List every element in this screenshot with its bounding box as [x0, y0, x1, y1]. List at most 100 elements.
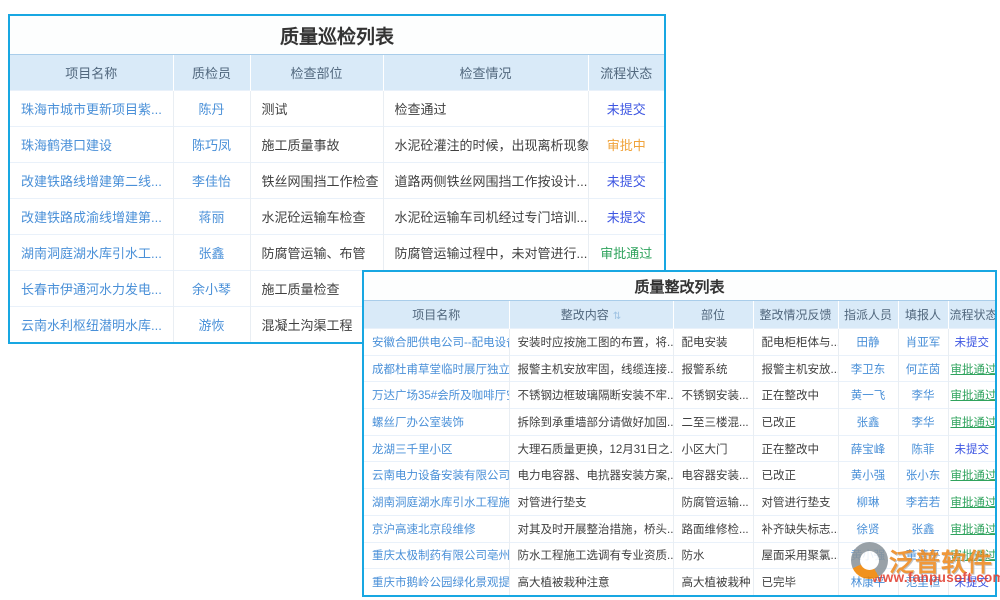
- assignee-link[interactable]: 徐贤: [838, 515, 898, 542]
- project-name-link[interactable]: 成都杜甫草堂临时展厅独立展...: [364, 355, 509, 382]
- inspection-situation: 检查通过: [383, 91, 588, 127]
- filler-link[interactable]: 李华: [898, 409, 948, 436]
- rectify-part: 配电安装: [673, 329, 753, 356]
- assignee-link[interactable]: 田静: [838, 329, 898, 356]
- assignee-link[interactable]: 薛宝峰: [838, 435, 898, 462]
- assignee-link[interactable]: 黄小强: [838, 462, 898, 489]
- project-name-link[interactable]: 云南水利枢纽潜明水库...: [10, 307, 173, 343]
- project-name-link[interactable]: 安徽合肥供电公司--配电设备...: [364, 329, 509, 356]
- column-header-assignee: 指派人员: [838, 301, 898, 329]
- project-name-link[interactable]: 珠海鹤港口建设: [10, 127, 173, 163]
- filler-link[interactable]: 李若若: [898, 489, 948, 516]
- filler-link[interactable]: 肖亚军: [898, 329, 948, 356]
- status-text[interactable]: 审批通过: [948, 409, 995, 436]
- rectify-feedback: 正在整改中: [753, 435, 838, 462]
- inspection-situation: 道路两侧铁丝网围挡工作按设计...: [383, 163, 588, 199]
- column-header-label: 指派人员: [844, 308, 892, 322]
- project-name-link[interactable]: 重庆太极制药有限公司亳州中...: [364, 542, 509, 569]
- table-row[interactable]: 安徽合肥供电公司--配电设备...安装时应按施工图的布置，将...配电安装配电柜…: [364, 329, 995, 356]
- project-name-link[interactable]: 湖南洞庭湖水库引水工...: [10, 235, 173, 271]
- rectify-part: 不锈钢安装...: [673, 382, 753, 409]
- column-header-project: 项目名称: [364, 301, 509, 329]
- status-text[interactable]: 未提交: [588, 163, 664, 199]
- column-header-filler: 填报人: [898, 301, 948, 329]
- project-name-link[interactable]: 龙湖三千里小区: [364, 435, 509, 462]
- vendor-watermark: 泛普软件 www.fanpusoft.com: [851, 542, 1000, 585]
- status-text[interactable]: 审批通过: [588, 235, 664, 271]
- rectify-part: 防水: [673, 542, 753, 569]
- column-header-content[interactable]: 整改内容⇅: [509, 301, 673, 329]
- assignee-link[interactable]: 李卫东: [838, 355, 898, 382]
- inspector-link[interactable]: 余小琴: [173, 271, 250, 307]
- rectify-part: 路面维修检...: [673, 515, 753, 542]
- inspector-link[interactable]: 张鑫: [173, 235, 250, 271]
- project-name-link[interactable]: 重庆市鹅岭公园绿化景观提升...: [364, 569, 509, 595]
- column-header-status: 流程状态: [588, 55, 664, 91]
- project-name-link[interactable]: 万达广场35#会所及咖啡厅空...: [364, 382, 509, 409]
- filler-link[interactable]: 何芷茵: [898, 355, 948, 382]
- assignee-link[interactable]: 柳琳: [838, 489, 898, 516]
- table-row[interactable]: 京沪高速北京段维修对其及时开展整治措施，桥头...路面维修检...补齐缺失标志.…: [364, 515, 995, 542]
- project-name-link[interactable]: 云南电力设备安装有限公司20...: [364, 462, 509, 489]
- project-name-link[interactable]: 螺丝厂办公室装饰: [364, 409, 509, 436]
- inspection-situation: 水泥砼灌注的时候，出现离析现象: [383, 127, 588, 163]
- project-name-link[interactable]: 改建铁路线增建第二线...: [10, 163, 173, 199]
- status-text[interactable]: 审批通过: [948, 355, 995, 382]
- assignee-link[interactable]: 黄一飞: [838, 382, 898, 409]
- inspection-part: 施工质量事故: [250, 127, 383, 163]
- table-row[interactable]: 湖南洞庭湖水库引水工...张鑫防腐管运输、布管防腐管运输过程中，未对管进行...…: [10, 235, 664, 271]
- table-row[interactable]: 万达广场35#会所及咖啡厅空...不锈钢边框玻璃隔断安装不牢...不锈钢安装..…: [364, 382, 995, 409]
- status-text[interactable]: 审批通过: [948, 489, 995, 516]
- project-name-link[interactable]: 改建铁路成渝线增建第...: [10, 199, 173, 235]
- rectify-content: 不锈钢边框玻璃隔断安装不牢...: [509, 382, 673, 409]
- inspector-link[interactable]: 李佳怡: [173, 163, 250, 199]
- filler-link[interactable]: 张鑫: [898, 515, 948, 542]
- table-row[interactable]: 龙湖三千里小区大理石质量更换，12月31日之...小区大门正在整改中薛宝峰陈菲未…: [364, 435, 995, 462]
- rectify-feedback: 报警主机安放...: [753, 355, 838, 382]
- column-header-feedback: 整改情况反馈: [753, 301, 838, 329]
- status-text[interactable]: 未提交: [948, 329, 995, 356]
- table-row[interactable]: 珠海市城市更新项目紫...陈丹测试检查通过未提交: [10, 91, 664, 127]
- project-name-link[interactable]: 长春市伊通河水力发电...: [10, 271, 173, 307]
- table-row[interactable]: 螺丝厂办公室装饰拆除到承重墙部分请做好加固...二至三楼混...已改正张鑫李华审…: [364, 409, 995, 436]
- table-row[interactable]: 成都杜甫草堂临时展厅独立展...报警主机安放牢固，线缆连接...报警系统报警主机…: [364, 355, 995, 382]
- sort-icon[interactable]: ⇅: [613, 311, 621, 322]
- table-row[interactable]: 云南电力设备安装有限公司20...电力电容器、电抗器安装方案,...电容器安装.…: [364, 462, 995, 489]
- project-name-link[interactable]: 京沪高速北京段维修: [364, 515, 509, 542]
- rectify-content: 对其及时开展整治措施，桥头...: [509, 515, 673, 542]
- column-header-status: 流程状态: [948, 301, 995, 329]
- column-header-project: 项目名称: [10, 55, 173, 91]
- inspector-link[interactable]: 蒋丽: [173, 199, 250, 235]
- table-row[interactable]: 湖南洞庭湖水库引水工程施工标对管进行垫支防腐管运输...对管进行垫支柳琳李若若审…: [364, 489, 995, 516]
- project-name-link[interactable]: 湖南洞庭湖水库引水工程施工标: [364, 489, 509, 516]
- status-text[interactable]: 未提交: [588, 199, 664, 235]
- table-row[interactable]: 改建铁路线增建第二线...李佳怡铁丝网围挡工作检查道路两侧铁丝网围挡工作按设计.…: [10, 163, 664, 199]
- status-text[interactable]: 未提交: [948, 435, 995, 462]
- rectify-feedback: 配电柜柜体与...: [753, 329, 838, 356]
- assignee-link[interactable]: 张鑫: [838, 409, 898, 436]
- column-header-label: 填报人: [905, 308, 941, 322]
- column-header-label: 项目名称: [65, 66, 117, 81]
- rectify-content: 高大植被栽种注意: [509, 569, 673, 595]
- filler-link[interactable]: 陈菲: [898, 435, 948, 462]
- inspection-header-row: 项目名称质检员检查部位检查情况流程状态: [10, 55, 664, 91]
- table-row[interactable]: 珠海鹤港口建设陈巧凤施工质量事故水泥砼灌注的时候，出现离析现象审批中: [10, 127, 664, 163]
- filler-link[interactable]: 李华: [898, 382, 948, 409]
- status-text[interactable]: 审批通过: [948, 462, 995, 489]
- inspection-table-title: 质量巡检列表: [10, 16, 664, 55]
- inspector-link[interactable]: 游恢: [173, 307, 250, 343]
- column-header-label: 质检员: [192, 66, 231, 81]
- inspector-link[interactable]: 陈丹: [173, 91, 250, 127]
- project-name-link[interactable]: 珠海市城市更新项目紫...: [10, 91, 173, 127]
- rectify-feedback: 已改正: [753, 409, 838, 436]
- status-text[interactable]: 审批中: [588, 127, 664, 163]
- inspector-link[interactable]: 陈巧凤: [173, 127, 250, 163]
- column-header-part: 检查部位: [250, 55, 383, 91]
- inspection-part: 测试: [250, 91, 383, 127]
- table-row[interactable]: 改建铁路成渝线增建第...蒋丽水泥砼运输车检查水泥砼运输车司机经过专门培训...…: [10, 199, 664, 235]
- status-text[interactable]: 审批通过: [948, 515, 995, 542]
- rectify-feedback: 补齐缺失标志...: [753, 515, 838, 542]
- status-text[interactable]: 审批通过: [948, 382, 995, 409]
- filler-link[interactable]: 张小东: [898, 462, 948, 489]
- status-text[interactable]: 未提交: [588, 91, 664, 127]
